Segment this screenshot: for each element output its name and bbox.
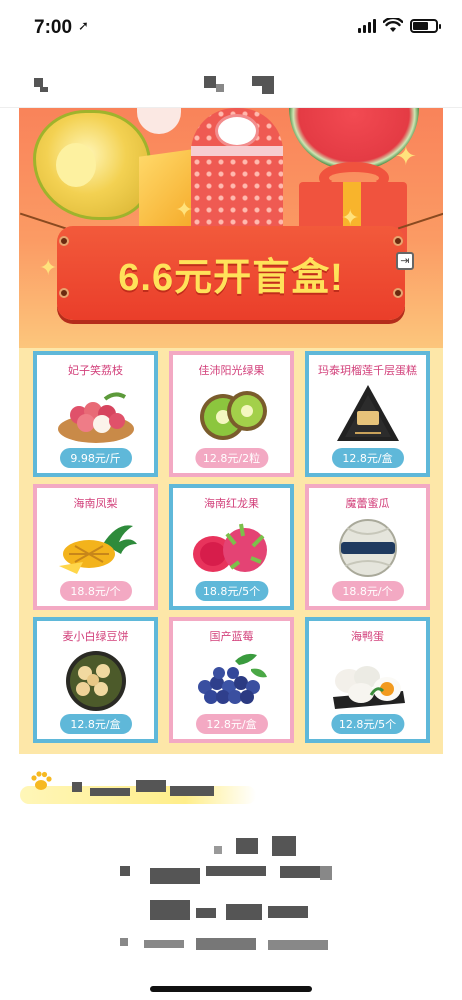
product-card[interactable]: 麦小白绿豆饼 12.8元/盒 bbox=[33, 617, 158, 743]
obscured-text-fragment bbox=[150, 868, 200, 884]
blueberry-icon bbox=[197, 653, 267, 704]
banner-pin bbox=[393, 288, 403, 298]
product-price: 18.8元/5个 bbox=[194, 581, 269, 601]
product-name: 海南红龙果 bbox=[204, 497, 259, 510]
product-name: 魔蕾蜜瓜 bbox=[345, 497, 390, 510]
product-name: 佳沛阳光绿果 bbox=[198, 364, 265, 377]
product-price: 12.8元/盒 bbox=[59, 714, 132, 734]
obscured-text-fragment bbox=[144, 940, 184, 948]
melon-icon bbox=[338, 519, 397, 577]
obscured-text-fragment bbox=[226, 904, 262, 920]
product-name: 海南凤梨 bbox=[73, 497, 118, 510]
product-name: 国产蓝莓 bbox=[209, 630, 254, 643]
product-price: 12.8元/盒 bbox=[331, 448, 404, 468]
obscured-text-fragment bbox=[150, 900, 190, 920]
product-price: 12.8元/盒 bbox=[195, 714, 268, 734]
lychee-illustration bbox=[137, 108, 181, 134]
share-exit-icon[interactable]: ⇥ bbox=[396, 252, 414, 270]
title-banner: 6.6元开盲盒! bbox=[57, 226, 405, 320]
obscured-page-title-part bbox=[262, 86, 274, 94]
mascot-belt bbox=[191, 146, 283, 156]
product-card[interactable]: 国产蓝莓 12.8元/盒 bbox=[169, 617, 294, 743]
banner-pin bbox=[59, 288, 69, 298]
banner-pin bbox=[59, 236, 69, 246]
dragon-fruit-icon bbox=[192, 523, 267, 572]
obscured-text-fragment bbox=[320, 866, 332, 880]
obscured-back-control[interactable] bbox=[34, 78, 43, 87]
product-grid: 妃子笑荔枝 9.98元/斤 佳沛阳光绿果 12.8元/2粒 玛泰玥榴莲千层蛋糕 12.8元… bbox=[33, 351, 430, 743]
cellular-signal-icon bbox=[358, 18, 376, 33]
obscured-text-fragment bbox=[214, 846, 222, 854]
kiwi-icon bbox=[199, 391, 267, 440]
obscured-back-control-part bbox=[40, 87, 48, 92]
heart-icon bbox=[215, 114, 259, 148]
obscured-section-title-part bbox=[90, 788, 130, 796]
product-price: 9.98元/斤 bbox=[59, 448, 132, 468]
battery-icon bbox=[410, 18, 441, 33]
star-icon: ✦ bbox=[395, 142, 417, 172]
product-card[interactable]: 海南凤梨 18.8元/个 bbox=[33, 484, 158, 610]
nav-header bbox=[0, 56, 462, 108]
product-card[interactable]: 妃子笑荔枝 9.98元/斤 bbox=[33, 351, 158, 477]
section-header bbox=[20, 766, 256, 806]
product-price: 18.8元/个 bbox=[331, 581, 404, 601]
obscured-text-fragment bbox=[268, 906, 308, 918]
obscured-text-fragment bbox=[280, 866, 324, 878]
obscured-section-title-part bbox=[136, 780, 166, 792]
location-arrow-icon: ➚ bbox=[78, 19, 89, 34]
status-time: 7:00 bbox=[34, 17, 73, 38]
obscured-text-fragment bbox=[120, 938, 128, 946]
product-card[interactable]: 海南红龙果 18.8元/5个 bbox=[169, 484, 294, 610]
mung-bean-cake-icon bbox=[65, 651, 126, 711]
product-price: 12.8元/5个 bbox=[330, 714, 405, 734]
obscured-text-fragment bbox=[196, 938, 256, 950]
poster-title: 6.6元开盲盒! bbox=[118, 257, 344, 299]
star-icon: ✦ bbox=[39, 256, 58, 281]
product-card[interactable]: 魔蕾蜜瓜 18.8元/个 bbox=[305, 484, 430, 610]
product-price: 12.8元/2粒 bbox=[194, 448, 269, 468]
durian-cake-icon bbox=[336, 385, 399, 441]
obscured-page-title-part bbox=[216, 84, 224, 92]
battery-level bbox=[413, 21, 429, 30]
product-price: 18.8元/个 bbox=[59, 581, 132, 601]
product-name: 海鸭蛋 bbox=[351, 630, 384, 643]
obscured-text-fragment bbox=[268, 940, 328, 950]
status-bar: 7:00 ➚ bbox=[0, 0, 462, 56]
obscured-text-fragment bbox=[196, 908, 216, 918]
promo-poster: ✦ ✦ ✦ ✦ 6.6元开盲盒! 妃子笑荔枝 9.98元/斤 佳沛阳光绿果 12.8元… bbox=[19, 108, 443, 754]
salted-egg-icon bbox=[332, 666, 405, 709]
lychee-icon bbox=[57, 392, 134, 443]
banner-pin bbox=[393, 236, 403, 246]
obscured-section-title bbox=[72, 782, 82, 792]
product-card[interactable]: 佳沛阳光绿果 12.8元/2粒 bbox=[169, 351, 294, 477]
home-indicator[interactable] bbox=[150, 986, 312, 992]
product-name: 玛泰玥榴莲千层蛋糕 bbox=[318, 364, 417, 377]
status-icons bbox=[358, 18, 441, 33]
obscured-text-fragment bbox=[206, 866, 266, 876]
product-name: 麦小白绿豆饼 bbox=[62, 630, 129, 643]
obscured-text-fragment bbox=[272, 836, 296, 856]
durian-illustration bbox=[33, 110, 151, 220]
obscured-page-title-part bbox=[252, 76, 274, 86]
paw-icon bbox=[31, 771, 52, 790]
wifi-icon bbox=[383, 18, 403, 32]
star-icon: ✦ bbox=[175, 198, 194, 223]
product-card[interactable]: 玛泰玥榴莲千层蛋糕 12.8元/盒 bbox=[305, 351, 430, 477]
obscured-section-title-part bbox=[170, 786, 214, 796]
product-name: 妃子笑荔枝 bbox=[68, 364, 123, 377]
obscured-page-title bbox=[204, 76, 216, 88]
pineapple-icon bbox=[58, 525, 137, 574]
obscured-text-fragment bbox=[120, 866, 130, 876]
product-card[interactable]: 海鸭蛋 12.8元/5个 bbox=[305, 617, 430, 743]
obscured-text-fragment bbox=[236, 838, 258, 854]
